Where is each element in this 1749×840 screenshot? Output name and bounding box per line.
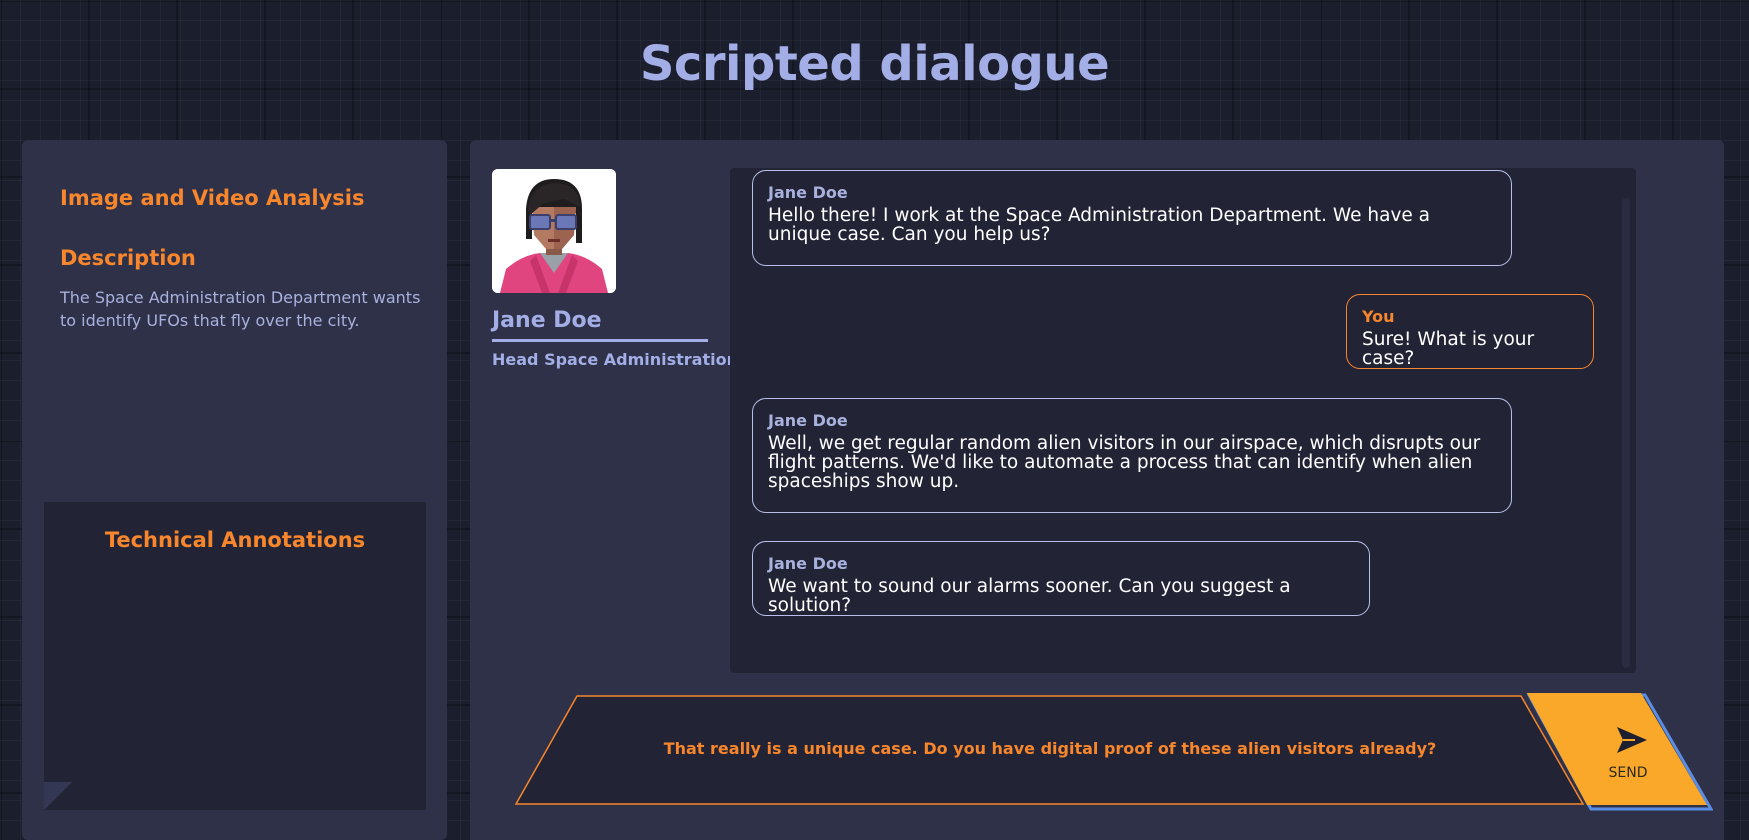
name-underline (492, 339, 708, 342)
chat-scrollbar[interactable] (1622, 198, 1630, 668)
reply-option-text[interactable]: That really is a unique case. Do you hav… (605, 739, 1495, 758)
chat-history[interactable]: Jane Doe Hello there! I work at the Spac… (730, 168, 1636, 673)
description-heading: Description (60, 246, 196, 270)
chat-message: Jane Doe Well, we get regular random ali… (752, 398, 1512, 513)
message-speaker: Jane Doe (768, 554, 848, 573)
character-avatar (492, 169, 616, 293)
chat-message: Jane Doe Hello there! I work at the Spac… (752, 170, 1512, 266)
message-text: Well, we get regular random alien visito… (768, 433, 1481, 492)
character-role: Head Space Administration (492, 350, 738, 369)
activity-title: Image and Video Analysis (60, 186, 365, 210)
description-text: The Space Administration Department want… (60, 288, 421, 330)
reply-option[interactable]: That really is a unique case. Do you hav… (515, 695, 1585, 805)
send-arrow-icon (1617, 727, 1647, 753)
avatar-portrait-icon (492, 169, 616, 293)
message-speaker: Jane Doe (768, 411, 848, 430)
send-label: SEND (1608, 765, 1648, 781)
chat-message: Jane Doe We want to sound our alarms soo… (752, 541, 1370, 616)
message-text: Sure! What is your case? (1362, 329, 1535, 369)
message-speaker: You (1362, 307, 1395, 326)
activity-info-panel: Image and Video Analysis Description The… (22, 140, 447, 840)
message-speaker: Jane Doe (768, 183, 848, 202)
corner-fold-decoration (44, 782, 72, 810)
message-text: Hello there! I work at the Space Adminis… (768, 205, 1431, 245)
chat-message-you: You Sure! What is your case? (1346, 294, 1594, 369)
technical-annotations-box: Technical Annotations (44, 502, 426, 810)
technical-annotations-heading: Technical Annotations (104, 528, 366, 552)
page-title: Scripted dialogue (639, 36, 1110, 92)
send-button[interactable]: SEND (1525, 693, 1713, 811)
character-name: Jane Doe (492, 308, 602, 333)
message-text: We want to sound our alarms sooner. Can … (768, 576, 1291, 616)
